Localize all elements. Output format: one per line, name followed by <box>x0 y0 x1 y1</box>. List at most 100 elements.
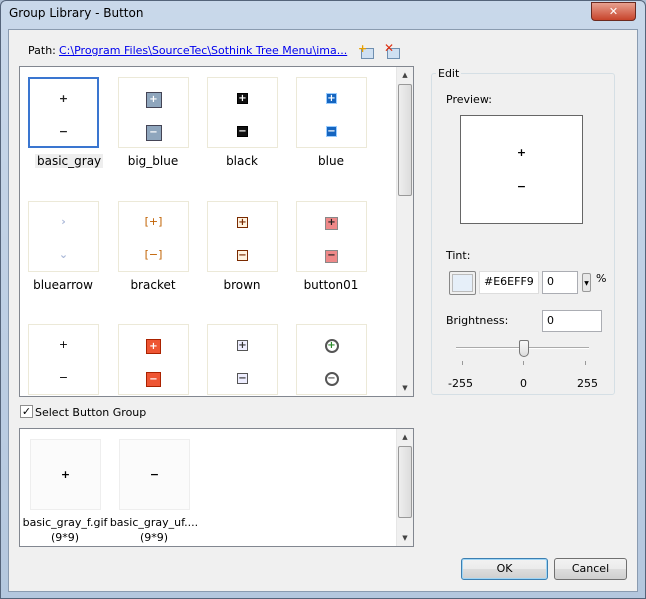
minus-icon: [−] <box>144 248 163 261</box>
minus-glyph: − <box>29 372 98 384</box>
group-tile-bluearrow[interactable]: › ⌄ <box>28 201 99 272</box>
plus-icon: + <box>325 217 338 230</box>
minus-glyph: − <box>208 249 277 261</box>
group-tile-big_blue[interactable]: + − <box>118 77 189 148</box>
preview-box: + − <box>460 115 583 224</box>
preview-label: Preview: <box>446 93 492 106</box>
tint-color-button[interactable] <box>449 271 476 295</box>
slider-min-label: -255 <box>448 377 473 390</box>
plus-glyph: + <box>208 92 277 104</box>
group-tile-item11[interactable]: + − <box>296 324 367 395</box>
button-size: (9*9) <box>139 531 169 544</box>
plus-glyph: › <box>29 216 98 228</box>
brightness-slider-thumb[interactable] <box>518 340 529 357</box>
group-name-label: basic_gray <box>35 154 104 168</box>
scroll-down-arrow[interactable]: ▼ <box>397 380 413 396</box>
minus-glyph: − <box>297 249 366 263</box>
button-list-scrollbar[interactable]: ▲ ▼ <box>396 429 413 546</box>
group-tile-button01[interactable]: + − <box>296 201 367 272</box>
preview-plus: + <box>516 146 527 159</box>
button-size: (9*9) <box>50 531 80 544</box>
plus-glyph: + <box>208 216 277 228</box>
group-name-label: bracket <box>130 278 176 292</box>
group-tile-basic_gray[interactable]: + − <box>28 77 99 148</box>
edit-group-label: Edit <box>436 67 462 80</box>
plus-glyph: + <box>297 92 366 104</box>
plus-icon: [+] <box>144 215 163 228</box>
group-tile-item8[interactable]: + − <box>28 324 99 395</box>
scroll-thumb[interactable] <box>398 84 412 196</box>
group-name-label: black <box>226 154 258 168</box>
group-tile-black[interactable]: + − <box>207 77 278 148</box>
scroll-up-arrow[interactable]: ▲ <box>397 429 413 445</box>
minus-glyph: ⌄ <box>29 249 98 261</box>
select-group-checkbox[interactable]: ✓ <box>20 405 33 418</box>
minus-glyph: − <box>119 125 188 141</box>
plus-icon: + <box>237 340 248 351</box>
slider-max-label: 255 <box>577 377 598 390</box>
plus-icon: + <box>237 217 248 228</box>
window-title: Group Library - Button <box>9 6 144 20</box>
cancel-button[interactable]: Cancel <box>554 558 627 580</box>
group-list-scrollbar[interactable]: ▲ ▼ <box>396 67 413 396</box>
close-button[interactable]: ✕ <box>591 2 636 21</box>
minus-glyph: − <box>297 372 366 386</box>
minus-glyph: − <box>208 372 277 384</box>
minus-icon: ⌄ <box>58 248 69 261</box>
preview-minus: − <box>516 180 527 193</box>
minus-icon: − <box>324 372 339 386</box>
button-image-tile[interactable]: + <box>30 439 101 510</box>
minus-icon: − <box>237 373 248 384</box>
group-tile-blue[interactable]: + − <box>296 77 367 148</box>
minus-icon: − <box>237 250 248 261</box>
tint-percent-field[interactable]: 0 <box>542 271 578 294</box>
minus-icon: − <box>58 371 69 384</box>
plus-icon: + <box>237 93 248 104</box>
group-tile-item10[interactable]: + − <box>207 324 278 395</box>
plus-icon: + <box>326 93 337 104</box>
minus-icon: − <box>145 125 162 141</box>
tint-label: Tint: <box>446 249 471 262</box>
select-group-label: Select Button Group <box>35 406 147 419</box>
tint-dropdown-arrow[interactable]: ▼ <box>582 273 591 292</box>
plus-glyph: + <box>119 92 188 108</box>
group-name-label: brown <box>223 278 261 292</box>
plus-glyph: + <box>297 339 366 353</box>
button-file-name: basic_gray_f.gif <box>22 516 108 529</box>
minus-icon: − <box>237 126 248 137</box>
group-name-label: big_blue <box>127 154 179 168</box>
button-file-name: basic_gray_uf.... <box>109 516 199 529</box>
group-tile-item9[interactable]: + − <box>118 324 189 395</box>
scroll-thumb[interactable] <box>398 446 412 518</box>
minus-glyph: − <box>208 125 277 137</box>
brightness-label: Brightness: <box>446 314 509 327</box>
plus-glyph: [+] <box>119 216 188 228</box>
slider-mid-label: 0 <box>520 377 527 390</box>
scroll-up-arrow[interactable]: ▲ <box>397 67 413 83</box>
minus-glyph: − <box>119 372 188 387</box>
group-name-label: bluearrow <box>33 278 93 292</box>
scroll-down-arrow[interactable]: ▼ <box>397 530 413 546</box>
group-name-label: button01 <box>303 278 359 292</box>
delete-group-icon[interactable]: ✕ <box>384 41 400 60</box>
plus-glyph: + <box>119 339 188 354</box>
tint-hex-field[interactable]: #E6EFF9 <box>479 271 539 294</box>
plus-icon: + <box>58 338 69 351</box>
minus-glyph: [−] <box>119 249 188 261</box>
minus-icon: − <box>58 125 69 138</box>
group-tile-brown[interactable]: + − <box>207 201 278 272</box>
percent-sign: % <box>596 272 607 285</box>
add-group-icon[interactable]: + <box>358 42 374 60</box>
group-tile-bracket[interactable]: [+] [−] <box>118 201 189 272</box>
button-image-tile[interactable]: − <box>119 439 190 510</box>
plus-icon: + <box>146 339 161 354</box>
brightness-field[interactable]: 0 <box>542 310 602 332</box>
slider-tick <box>523 361 524 365</box>
path-link[interactable]: C:\Program Files\SourceTec\Sothink Tree … <box>59 44 347 57</box>
ok-button[interactable]: OK <box>461 558 548 580</box>
minus-glyph: − <box>30 126 97 138</box>
minus-icon: − <box>146 372 161 387</box>
group-name-label: blue <box>318 154 344 168</box>
plus-glyph: + <box>208 339 277 351</box>
plus-glyph: + <box>30 93 97 105</box>
